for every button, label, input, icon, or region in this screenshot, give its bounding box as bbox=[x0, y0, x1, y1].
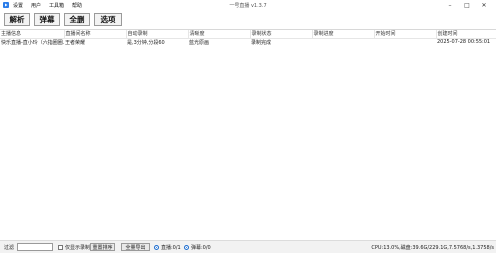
close-icon[interactable]: ✕ bbox=[478, 1, 490, 10]
table-cell bbox=[312, 38, 374, 46]
toolbar: 解析 弹幕 全删 选项 bbox=[4, 13, 122, 27]
table-cell: 王者荣耀 bbox=[65, 39, 86, 46]
danmaku-count-label: 弹幕:0/0 bbox=[191, 245, 211, 251]
column-header[interactable]: 自动录制 bbox=[126, 30, 189, 39]
table-header-row: 主播信息 直播间名称 自动录制 清晰度 录制状态 录制进度 开始时间 创建时间 bbox=[0, 30, 496, 39]
radio-icon[interactable] bbox=[154, 245, 159, 250]
reset-sort-button[interactable]: 重置排序 bbox=[90, 243, 115, 251]
table-cell: 2025-07-28 00:55:01 bbox=[437, 39, 491, 46]
column-header[interactable]: 录制进度 bbox=[312, 30, 375, 39]
delete-all-button[interactable]: 全删 bbox=[64, 13, 90, 26]
minimize-icon[interactable]: – bbox=[444, 1, 456, 10]
table-cell: 是,3分钟,分段60 bbox=[127, 39, 165, 46]
system-stats: CPU:13.0%,磁盘:39.6G/229.1G,7.5768/s,1.375… bbox=[371, 245, 494, 251]
column-header[interactable]: 创建时间 bbox=[436, 30, 496, 39]
filter-input[interactable] bbox=[17, 243, 53, 251]
column-header[interactable]: 清晰度 bbox=[188, 30, 251, 39]
options-button[interactable]: 选项 bbox=[94, 13, 122, 26]
maximize-icon[interactable]: □ bbox=[461, 1, 473, 10]
danmaku-button[interactable]: 弹幕 bbox=[34, 13, 60, 26]
export-all-button[interactable]: 全量导出 bbox=[121, 243, 150, 251]
table-cell bbox=[374, 38, 436, 46]
column-header[interactable]: 主播信息 bbox=[0, 30, 65, 39]
column-header[interactable]: 录制状态 bbox=[250, 30, 313, 39]
live-count-radio[interactable]: 直播:0/1 bbox=[154, 244, 181, 251]
column-header[interactable]: 开始时间 bbox=[374, 30, 437, 39]
column-header[interactable]: 直播间名称 bbox=[64, 30, 127, 39]
danmaku-count-radio[interactable]: 弹幕:0/0 bbox=[184, 244, 211, 251]
table-cell: 快乐直播-直小玲（六指圈圈... bbox=[1, 39, 64, 46]
parse-button[interactable]: 解析 bbox=[4, 13, 30, 26]
table-cell: 蓝光原画 bbox=[189, 39, 210, 46]
checkbox-icon[interactable] bbox=[58, 245, 63, 250]
recording-table: 主播信息 直播间名称 自动录制 清晰度 录制状态 录制进度 开始时间 创建时间 … bbox=[0, 29, 496, 239]
table-cell: 录制完成 bbox=[251, 39, 272, 46]
title-bar: 设置 用户 工具箱 帮助 一号直播 v1.3.7 – □ ✕ bbox=[0, 0, 496, 11]
window-title: 一号直播 v1.3.7 bbox=[229, 3, 267, 9]
table-row[interactable]: 快乐直播-直小玲（六指圈圈... 王者荣耀 是,3分钟,分段60 蓝光原画 录制… bbox=[0, 38, 496, 46]
filter-label: 过滤 bbox=[4, 245, 15, 251]
radio-icon[interactable] bbox=[184, 245, 189, 250]
live-count-label: 直播:0/1 bbox=[161, 245, 181, 251]
status-bar: 过滤 仅显示录制中 重置排序 全量导出 直播:0/1 弹幕:0/0 CPU:13… bbox=[0, 240, 496, 253]
